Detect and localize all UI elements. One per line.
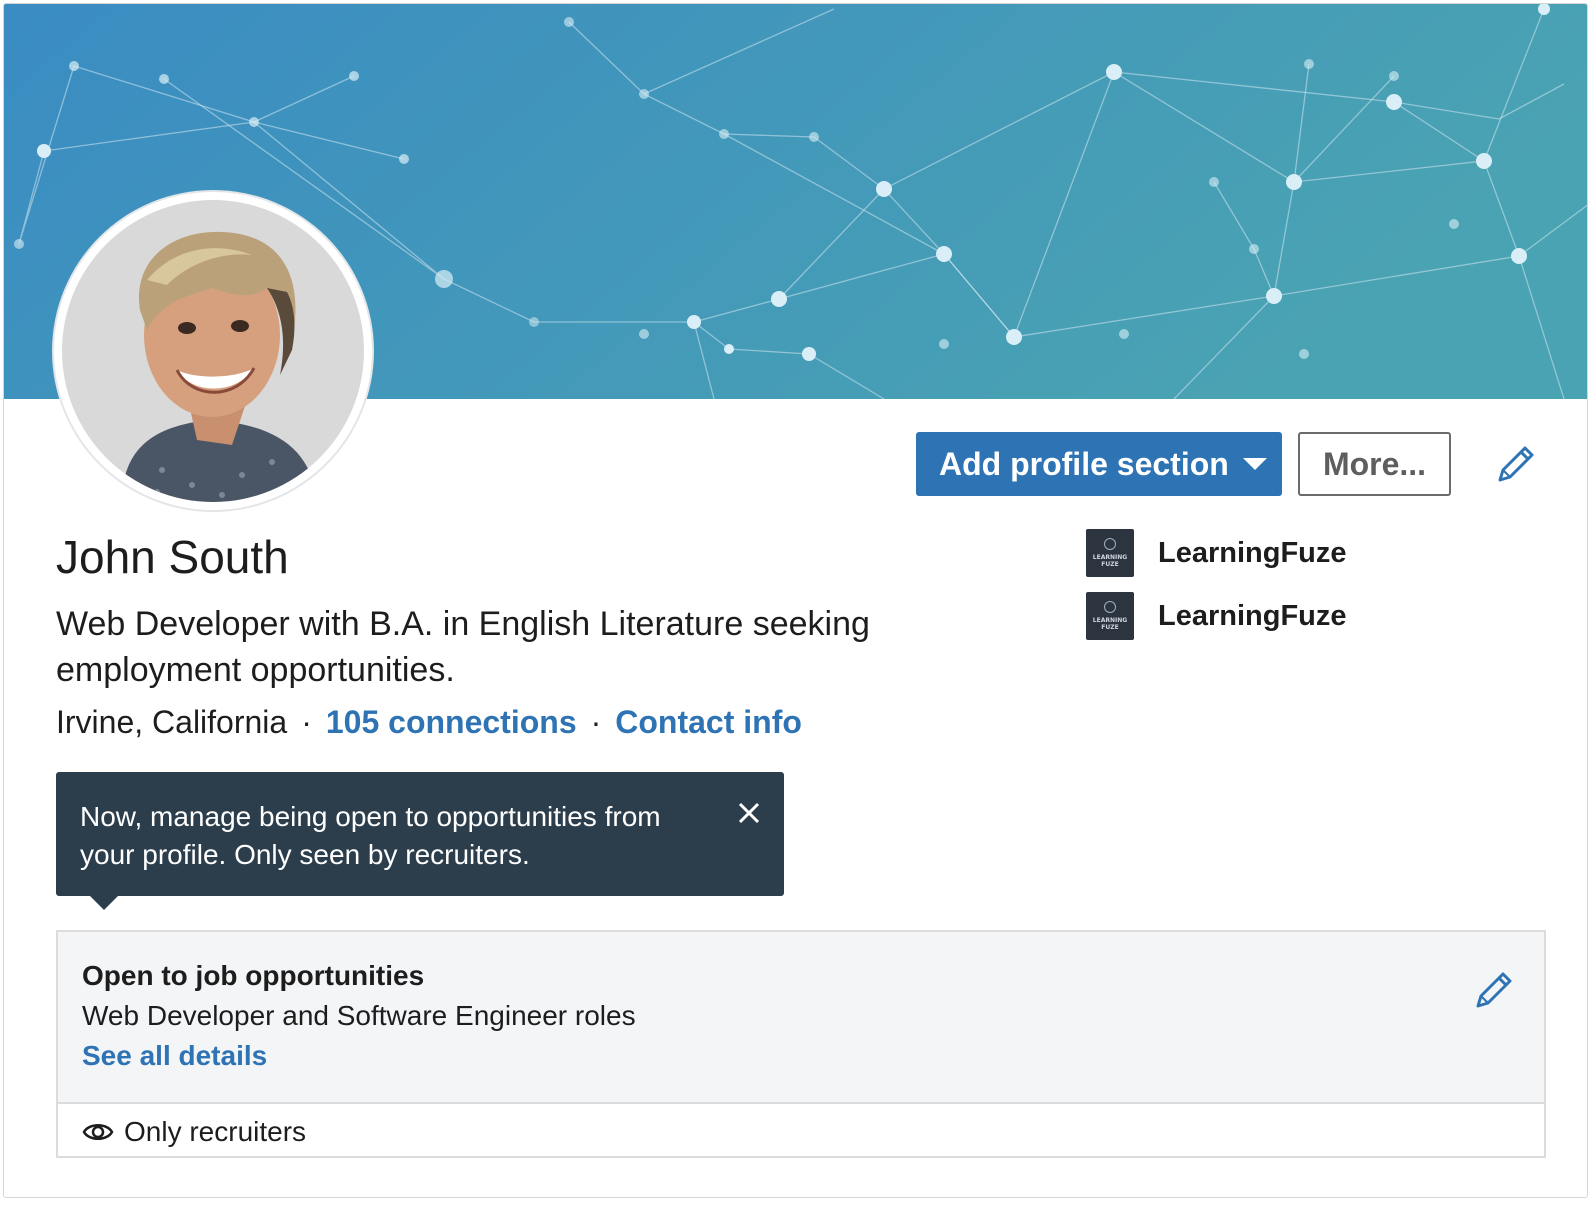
connections-link[interactable]: 105 connections [326,704,577,740]
company-logo-mark [1104,601,1116,613]
contact-info-link[interactable]: Contact info [615,704,802,740]
company-logo-text: LEARNING FUZE [1092,554,1128,568]
profile-meta: Irvine, California · 105 connections · Conta… [56,704,802,741]
open-to-work-card: Open to job opportunities Web Developer … [56,930,1546,1158]
caret-down-icon [1242,458,1267,470]
pencil-icon[interactable] [1494,442,1538,486]
add-profile-section-label: Add profile section [939,445,1229,482]
company-logo: LEARNING FUZE [1086,529,1134,577]
visibility-label: Only recruiters [124,1116,307,1147]
more-button[interactable]: More... [1298,432,1451,496]
profile-card: Add profile section More... John South W… [3,3,1588,1198]
close-icon[interactable] [736,798,762,824]
company-logo-mark [1104,538,1116,550]
pencil-icon[interactable] [1472,968,1516,1012]
company-name: LearningFuze [1158,536,1347,569]
company-logo-text: LEARNING FUZE [1092,617,1128,631]
profile-location: Irvine, California [56,704,288,740]
profile-photo-frame[interactable] [54,192,372,510]
open-to-work-tooltip: Now, manage being open to opportunities … [56,772,784,910]
company-item[interactable]: LEARNING FUZE LearningFuze [1086,529,1347,577]
open-to-work-roles: Web Developer and Software Engineer role… [82,1000,636,1031]
see-all-details-link[interactable]: See all details [82,1040,267,1072]
company-logo: LEARNING FUZE [1086,592,1134,640]
company-name: LearningFuze [1158,599,1347,632]
profile-photo[interactable] [62,200,364,502]
add-profile-section-button[interactable]: Add profile section [916,432,1282,496]
company-item[interactable]: LEARNING FUZE LearningFuze [1086,592,1347,640]
visibility-row: Only recruiters [82,1116,306,1148]
separator-dot: · [590,704,602,740]
eye-icon [82,1124,114,1140]
tooltip-arrow [90,896,118,910]
more-label: More... [1322,445,1427,482]
tooltip-text: Now, manage being open to opportunities … [80,801,661,870]
separator-dot: · [301,704,312,740]
open-to-work-title: Open to job opportunities [82,960,425,991]
open-to-work-summary: Open to job opportunities Web Developer … [58,932,1544,1104]
profile-headline: Web Developer with B.A. in English Liter… [56,605,870,689]
profile-name: John South [56,531,289,583]
